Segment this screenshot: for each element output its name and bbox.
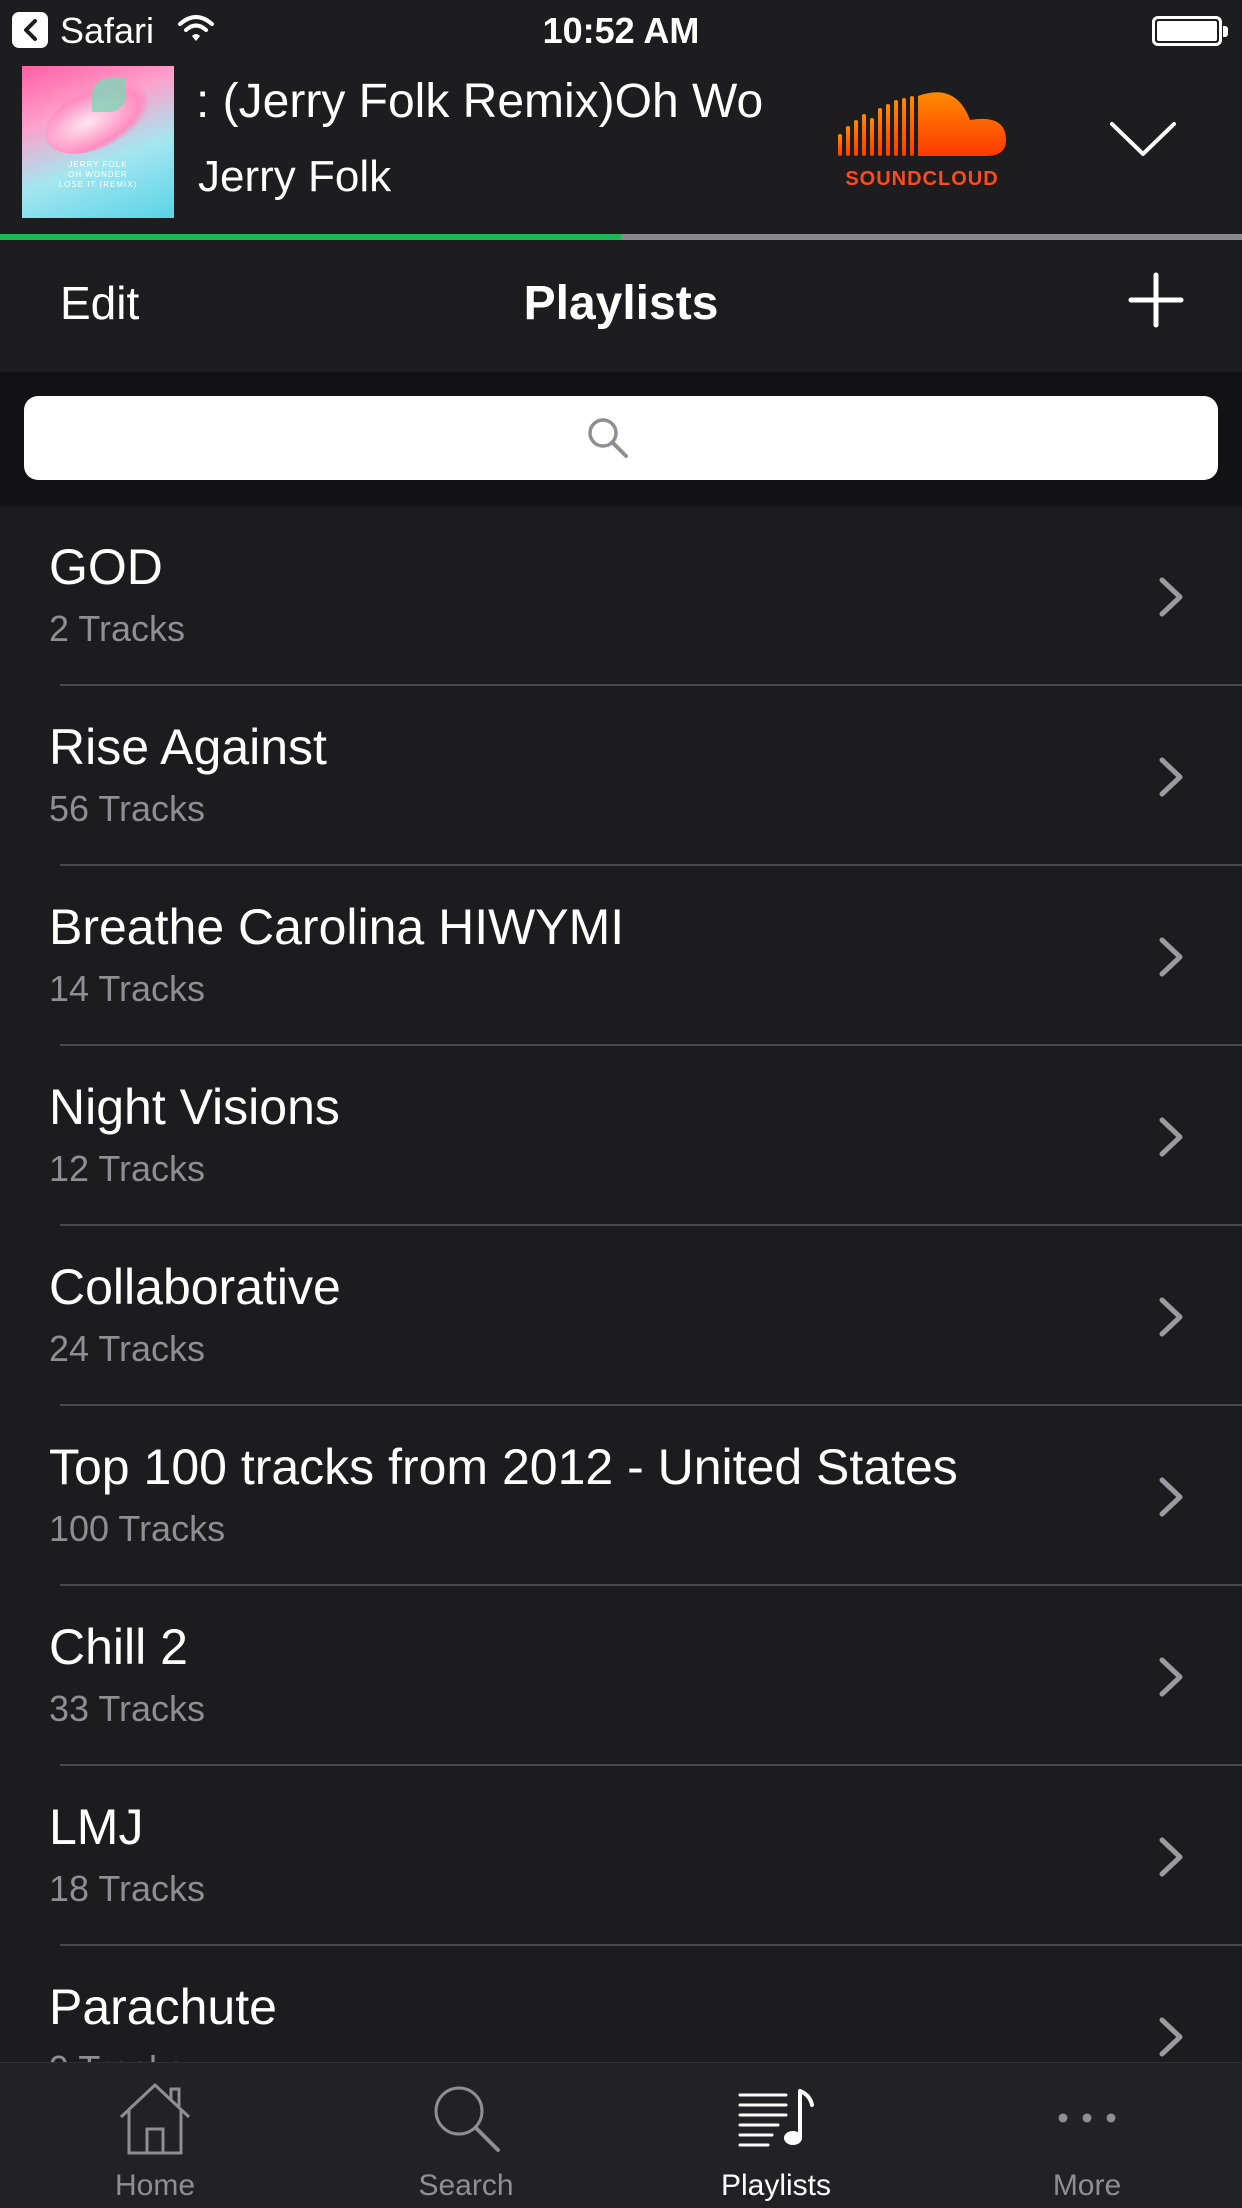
- playlist-name: Collaborative: [49, 1259, 341, 1315]
- tab-label: Home: [114, 2169, 196, 2202]
- list-item[interactable]: LMJ 18 Tracks: [0, 1766, 1242, 1946]
- list-item[interactable]: Chill 2 33 Tracks: [0, 1586, 1242, 1766]
- list-item[interactable]: Rise Against 56 Tracks: [0, 686, 1242, 866]
- now-playing-artist: Jerry Folk: [198, 152, 392, 201]
- tab-more[interactable]: More: [932, 2063, 1242, 2208]
- navigation-bar: Edit Playlists: [0, 240, 1242, 372]
- battery-icon: [1152, 16, 1228, 46]
- playlist-name: Chill 2: [49, 1619, 188, 1675]
- playlist-track-count: 56 Tracks: [49, 788, 206, 829]
- tab-search[interactable]: Search: [311, 2063, 621, 2208]
- chevron-right-icon: [1159, 1297, 1183, 1337]
- now-playing-title: : (Jerry Folk Remix)Oh Wo: [196, 75, 764, 128]
- search-icon: [588, 418, 628, 458]
- playlist-name: GOD: [49, 539, 163, 595]
- playlist-name: Breathe Carolina HIWYMI: [49, 899, 625, 955]
- playlist-name: Top 100 tracks from 2012 - United States: [49, 1439, 958, 1495]
- soundcloud-logo: SOUNDCLOUD: [836, 90, 1008, 194]
- playlist-track-count: 9 Tracks: [49, 2048, 185, 2062]
- playlist-name: Parachute: [49, 1979, 277, 2035]
- playlists-icon: [738, 2089, 814, 2147]
- chevron-right-icon: [1159, 937, 1183, 977]
- more-icon: [1058, 2113, 1116, 2123]
- artwork-caption-song: OH WONDER: [68, 170, 128, 179]
- chevron-right-icon: [1159, 577, 1183, 617]
- artwork-caption-artist: JERRY FOLK: [68, 160, 128, 169]
- soundcloud-wordmark: SOUNDCLOUD: [845, 168, 999, 190]
- playlist-track-count: 33 Tracks: [49, 1688, 206, 1729]
- chevron-right-icon: [1159, 757, 1183, 797]
- playlist-track-count: 12 Tracks: [49, 1148, 206, 1189]
- tab-label: More: [1052, 2169, 1122, 2202]
- playlist-name: Night Visions: [49, 1079, 340, 1135]
- playlist-name: Rise Against: [49, 719, 327, 775]
- search-bar-container: [0, 372, 1242, 506]
- list-item[interactable]: Night Visions 12 Tracks: [0, 1046, 1242, 1226]
- chevron-right-icon: [1159, 1657, 1183, 1697]
- list-item[interactable]: Breathe Carolina HIWYMI 14 Tracks: [0, 866, 1242, 1046]
- album-artwork[interactable]: JERRY FOLK OH WONDER LOSE IT (REMIX): [22, 66, 174, 218]
- playlist-track-count: 18 Tracks: [49, 1868, 206, 1909]
- tab-label: Playlists: [720, 2169, 832, 2202]
- tab-bar: Home Search Playlists More: [0, 2062, 1242, 2208]
- chevron-right-icon: [1159, 2017, 1183, 2057]
- soundcloud-cloud-icon: [838, 92, 1006, 156]
- chevron-right-icon: [1159, 1837, 1183, 1877]
- playlist-track-count: 2 Tracks: [49, 608, 186, 649]
- status-time: 10:52 AM: [542, 10, 700, 51]
- now-playing-bar[interactable]: JERRY FOLK OH WONDER LOSE IT (REMIX) : (…: [0, 62, 1242, 234]
- home-icon: [119, 2083, 191, 2155]
- chevron-down-icon[interactable]: [1106, 114, 1180, 164]
- tab-label: Search: [418, 2169, 514, 2202]
- list-item[interactable]: GOD 2 Tracks: [0, 506, 1242, 686]
- playlist-name: LMJ: [49, 1799, 144, 1855]
- edit-button[interactable]: Edit: [60, 276, 139, 330]
- plus-icon[interactable]: [1128, 272, 1184, 328]
- artwork-caption-sub: LOSE IT (REMIX): [58, 180, 138, 189]
- tab-playlists[interactable]: Playlists: [621, 2063, 931, 2208]
- status-bar: Safari 10:52 AM: [0, 0, 1242, 62]
- chevron-right-icon: [1159, 1477, 1183, 1517]
- playlist-track-count: 24 Tracks: [49, 1328, 206, 1369]
- page-title: Playlists: [523, 277, 719, 330]
- playlist-track-count: 100 Tracks: [49, 1508, 226, 1549]
- playlist-track-count: 14 Tracks: [49, 968, 206, 1009]
- playlist-list[interactable]: GOD 2 Tracks Rise Against 56 Tracks Brea…: [0, 506, 1242, 2062]
- list-item[interactable]: Parachute 9 Tracks: [0, 1946, 1242, 2062]
- search-icon: [434, 2086, 500, 2152]
- tab-home[interactable]: Home: [0, 2063, 310, 2208]
- list-item[interactable]: Top 100 tracks from 2012 - United States…: [0, 1406, 1242, 1586]
- chevron-right-icon: [1159, 1117, 1183, 1157]
- list-item[interactable]: Collaborative 24 Tracks: [0, 1226, 1242, 1406]
